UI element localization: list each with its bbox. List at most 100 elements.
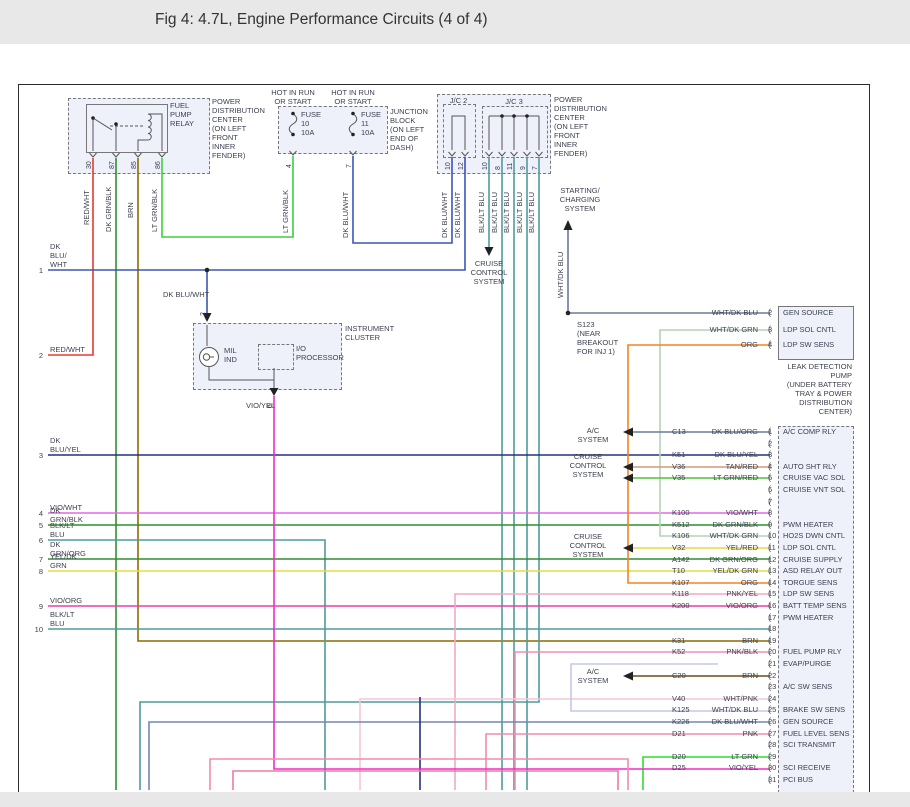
wire-color-label: TAN/RED	[726, 462, 758, 472]
fuel-pump-relay-label: FUEL PUMP RELAY	[170, 101, 194, 128]
left-wire-color-label: DK BLU/ WHT	[50, 242, 67, 269]
wire-color-label: DK GRN/ORG	[710, 555, 758, 565]
relay-wire-label-dk-grn-blk: DK GRN/BLK	[104, 187, 113, 232]
connector-function-label: HO2S DWN CNTL	[783, 531, 845, 541]
left-wire-number: 4	[27, 509, 43, 518]
connector-function-label: LDP SOL CNTL	[783, 543, 836, 553]
connector-function-label: FUEL LEVEL SENS	[783, 729, 850, 739]
connector-arc-icon: (	[768, 438, 771, 448]
pcm-connector-row: 28 ( SCI TRANSMIT	[640, 740, 852, 750]
connector-function-label: CRUISE SUPPLY	[783, 555, 842, 565]
pcm-connector-row: D25 VIO/YEL 30 ( SCI RECEIVE	[640, 763, 852, 773]
jc2-pin-10: 10	[445, 162, 453, 170]
connector-arc-icon: (	[768, 426, 771, 436]
fuse-10-label: FUSE 10 10A	[301, 110, 321, 137]
connector-arc-icon: (	[768, 635, 771, 645]
fuse10-wire-label: LT GRN/BLK	[281, 190, 290, 233]
pin-number: 22	[768, 671, 788, 681]
jc2-box	[443, 104, 476, 158]
fuse10-pin: 4	[286, 164, 294, 168]
connector-arc-icon: (	[768, 751, 771, 761]
jc3-pin-5: 7	[532, 166, 540, 170]
connector-arc-icon: (	[768, 507, 771, 517]
instrument-cluster-label: INSTRUMENT CLUSTER	[345, 324, 394, 342]
jc2-wire-label-2: DK BLU/WHT	[453, 192, 462, 238]
left-wire-number: 8	[27, 567, 43, 576]
connector-arc-icon: (	[768, 530, 771, 540]
pcm-connector-row: V32 YEL/RED 11 ( LDP SOL CNTL	[640, 543, 852, 553]
circuit-code: K512	[672, 520, 690, 530]
pcm-connector-row: K512 DK GRN/BLK 9 ( PWM HEATER	[640, 520, 852, 530]
pin-number: 3	[768, 450, 788, 460]
connector-function-label: LDP SOL CNTL	[783, 325, 836, 335]
connector-function-label: BATT TEMP SENS	[783, 601, 847, 611]
jc2-pin-12: 12	[458, 162, 466, 170]
jc3-box	[482, 106, 548, 158]
connector-arc-icon: (	[768, 774, 771, 784]
cruise-control-system-label-top: CRUISE CONTROL SYSTEM	[461, 259, 517, 286]
pcm-connector-row: C20 BRN 22 (	[640, 671, 852, 681]
connector-arc-icon: (	[768, 646, 771, 656]
pcm-connector-row: V40 WHT/PNK 24 (	[640, 694, 852, 704]
left-wire-number: 7	[27, 555, 43, 564]
figure-title: Fig 4: 4.7L, Engine Performance Circuits…	[155, 11, 488, 29]
circuit-code: K107	[672, 578, 690, 588]
wire-color-label: ORG	[741, 340, 758, 350]
fuse11-wire-label: DK BLU/WHT	[341, 192, 350, 238]
ldp-connector-row: WHT/DK GRN 3 ( LDP SOL CNTL	[640, 325, 852, 335]
connector-arc-icon: (	[768, 716, 771, 726]
leak-detection-pump-caption: LEAK DETECTION PUMP (UNDER BATTERY TRAY …	[742, 362, 852, 416]
pcm-connector-row: K51 DK BLU/YEL 3 (	[640, 450, 852, 460]
cruise-control-system-label-2: CRUISE CONTROL SYSTEM	[558, 532, 618, 559]
wire-color-label: DK BLU/ORG	[712, 427, 758, 437]
left-wire-color-label: YEL/DK GRN	[50, 552, 77, 570]
pin-number: 29	[768, 752, 788, 762]
relay-wire-label-lt-grn-blk: LT GRN/BLK	[150, 189, 159, 232]
connector-function-label: CRUISE VNT SOL	[783, 485, 845, 495]
circuit-code: K200	[672, 601, 690, 611]
pin-number: 8	[768, 508, 788, 518]
wire-color-label: WHT/PNK	[723, 694, 758, 704]
left-wire-color-label: RED/WHT	[50, 345, 85, 354]
connector-function-label: A/C COMP RLY	[783, 427, 836, 437]
connector-arc-icon: (	[768, 496, 771, 506]
connector-arc-icon: (	[768, 588, 771, 598]
relay-wire-label-brn: BRN	[126, 202, 135, 218]
mil-ind-label: MIL IND	[224, 346, 237, 364]
pcm-connector-row: K125 WHT/DK BLU 25 ( BRAKE SW SENS	[640, 705, 852, 715]
circuit-code: K52	[672, 647, 685, 657]
wiring-diagram-page: Fig 4: 4.7L, Engine Performance Circuits…	[0, 0, 910, 807]
jc3-wire-label-1: BLK/LT BLU	[477, 192, 486, 233]
jc3-pin-4: 9	[520, 166, 528, 170]
fuel-pump-relay-box	[86, 104, 168, 153]
wire-color-label: WHT/DK GRN	[710, 325, 758, 335]
relay-pin-85: 85	[131, 161, 139, 169]
circuit-code: K118	[672, 589, 689, 599]
connector-function-label: PCI BUS	[783, 775, 813, 785]
relay-wire-label-red-wht: RED/WHT	[82, 190, 91, 225]
wire-color-label: VIO/YEL	[729, 763, 758, 773]
cluster-in-wire-label: DK BLU/WHT	[163, 290, 209, 299]
wire-color-label: PNK/BLK	[726, 647, 758, 657]
jc2-title: J/C 2	[442, 96, 475, 105]
connector-function-label: CRUISE VAC SOL	[783, 473, 845, 483]
connector-function-label: EVAP/PURGE	[783, 659, 831, 669]
left-wire-number: 3	[27, 451, 43, 460]
wire-color-label: VIO/WHT	[726, 508, 758, 518]
circuit-code: C13	[672, 427, 686, 437]
ac-system-label-1: A/C SYSTEM	[568, 426, 618, 444]
fuse11-pin: 7	[346, 164, 354, 168]
wire-color-label: DK GRN/BLK	[713, 520, 758, 530]
pcm-connector-row: 31 ( PCI BUS	[640, 775, 852, 785]
pcm-connector-row: 21 ( EVAP/PURGE	[640, 659, 852, 669]
pcm-connector-row: 18 (	[640, 624, 852, 634]
connector-arc-icon: (	[768, 307, 771, 317]
connector-arc-icon: (	[768, 670, 771, 680]
connector-arc-icon: (	[768, 623, 771, 633]
left-wire-number: 1	[27, 266, 43, 275]
connector-function-label: ASD RELAY OUT	[783, 566, 842, 576]
connector-function-label: AUTO SHT RLY	[783, 462, 837, 472]
pcm-connector-row: K118 PNK/YEL 15 ( LDP SW SENS	[640, 589, 852, 599]
connector-arc-icon: (	[768, 704, 771, 714]
pdc-left-label: POWER DISTRIBUTION CENTER (ON LEFT FRONT…	[212, 97, 265, 160]
